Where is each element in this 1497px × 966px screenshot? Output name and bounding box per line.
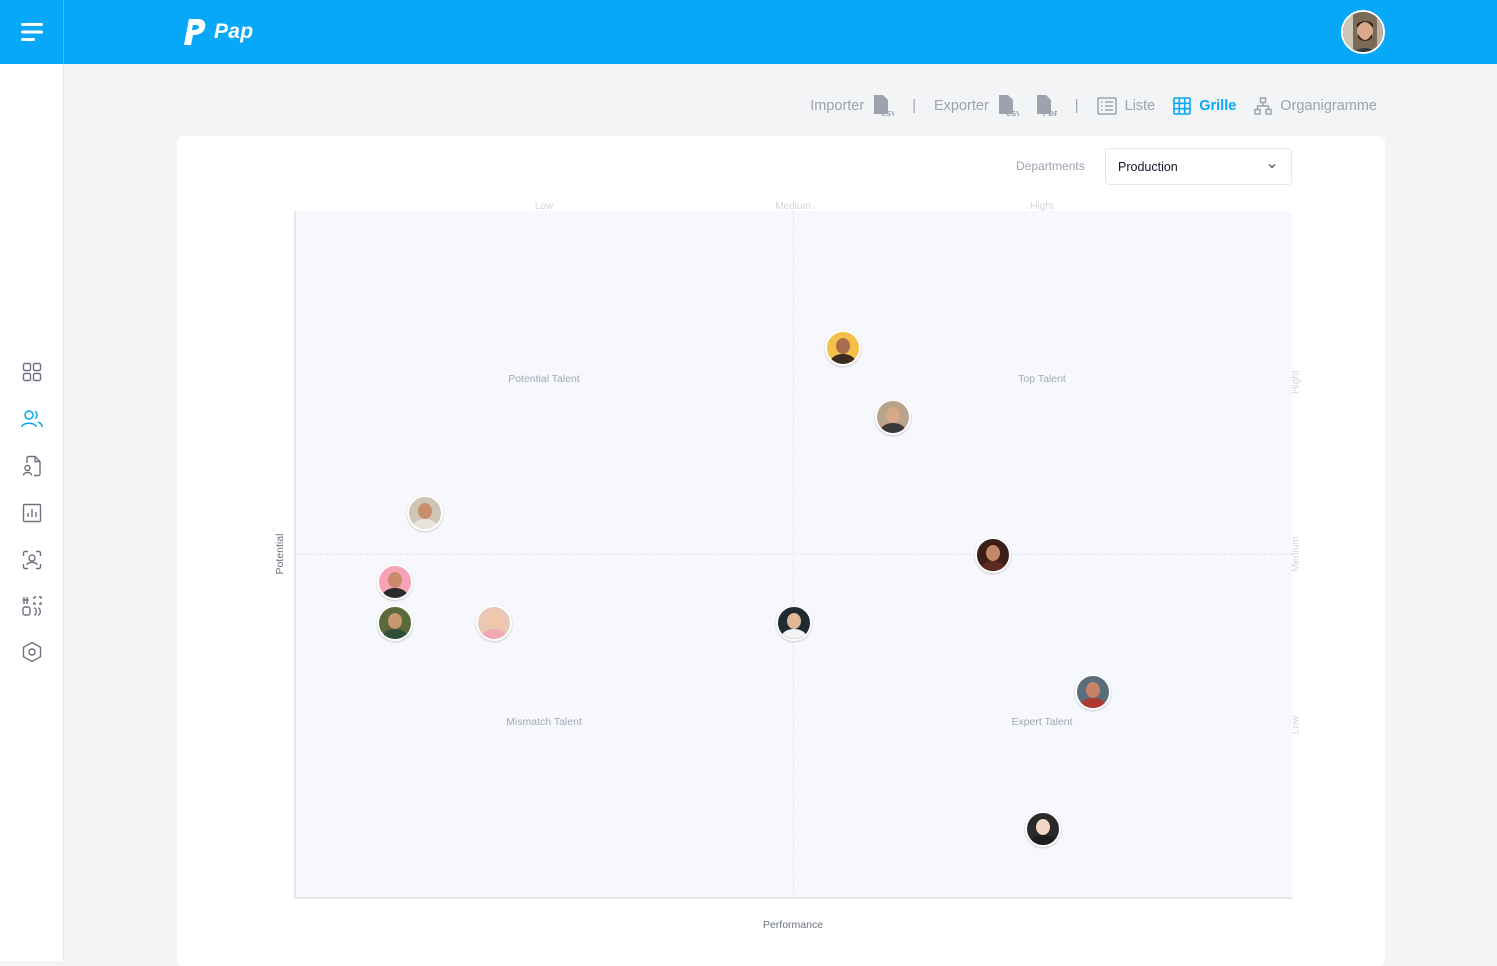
sidebar-item-recognition[interactable] <box>20 548 44 572</box>
quadrant-potential-talent: Potential Talent <box>508 373 580 385</box>
sidebar-item-settings[interactable] <box>20 640 44 664</box>
file-user-icon <box>22 455 41 477</box>
list-icon <box>1096 97 1117 115</box>
svg-text:CSV: CSV <box>1006 110 1019 118</box>
employee-avatar-point[interactable] <box>376 563 413 600</box>
employee-avatar-point[interactable] <box>376 605 413 642</box>
grid-view-label: Grille <box>1199 98 1237 114</box>
user-photo <box>1343 12 1383 52</box>
y-axis-line <box>294 211 296 899</box>
employee-avatar-point[interactable] <box>476 605 513 642</box>
view-toolbar: Importer CSV | Exporter CSV PDF | Liste … <box>810 92 1377 120</box>
employee-avatar-point[interactable] <box>974 536 1011 573</box>
x-axis-line <box>294 897 1293 899</box>
svg-text:CSV: CSV <box>881 110 894 118</box>
employee-avatar-point[interactable] <box>406 495 443 532</box>
top-bar: Pap <box>0 0 1497 64</box>
employee-avatar-point[interactable] <box>775 605 812 642</box>
sidebar <box>0 64 64 961</box>
sidebar-item-employees[interactable] <box>20 407 44 431</box>
import-label: Importer <box>810 98 865 114</box>
employee-avatar-point[interactable] <box>875 399 912 436</box>
settings-hexagon-icon <box>22 641 42 663</box>
quadrant-mismatch-talent: Mismatch Talent <box>506 716 582 728</box>
grid-view-tab[interactable]: Grille <box>1173 97 1236 115</box>
quadrant-expert-talent: Expert Talent <box>1011 716 1073 728</box>
quadrant-top-talent: Top Talent <box>1018 373 1066 385</box>
org-blocks-icon <box>22 596 42 616</box>
orgchart-view-tab[interactable]: Organigramme <box>1254 97 1377 115</box>
y-axis-label: Potential <box>274 533 286 575</box>
departments-selected-value: Production <box>1118 159 1178 174</box>
csv-file-icon[interactable]: CSV <box>997 94 1019 118</box>
face-scan-icon <box>22 550 42 570</box>
horizontal-divider <box>295 554 1292 555</box>
grid-dashboard-icon <box>22 362 42 382</box>
org-chart-icon <box>1254 97 1273 115</box>
col-label-low: Low <box>534 201 554 212</box>
col-label-medium: Medium <box>775 201 811 212</box>
grid-icon <box>1173 97 1192 115</box>
menu-icon <box>20 23 43 41</box>
departments-select[interactable]: Production <box>1105 148 1292 185</box>
user-avatar[interactable] <box>1341 10 1385 54</box>
sidebar-item-documents[interactable] <box>20 454 44 478</box>
x-axis-label: Performance <box>762 919 824 931</box>
employee-avatar-point[interactable] <box>1024 811 1061 848</box>
export-label: Exporter <box>933 98 989 114</box>
employee-avatar-point[interactable] <box>1074 673 1111 710</box>
sidebar-item-dashboard[interactable] <box>20 360 44 384</box>
csv-file-icon: CSV <box>874 95 894 118</box>
list-view-tab[interactable]: Liste <box>1096 97 1156 115</box>
chevron-down-icon <box>1268 164 1276 169</box>
employee-avatar-point[interactable] <box>825 330 862 367</box>
logo-mark-icon <box>184 19 206 45</box>
row-label-high: Hight <box>1290 370 1302 394</box>
departments-filter-label: Departments <box>1016 159 1085 173</box>
users-icon <box>21 410 43 428</box>
export-button[interactable]: Exporter CSV PDF <box>934 94 1057 118</box>
hamburger-menu-button[interactable] <box>0 0 64 64</box>
sidebar-item-organization[interactable] <box>20 594 44 618</box>
orgchart-view-label: Organigramme <box>1280 98 1377 114</box>
app-logo[interactable]: Pap <box>176 14 253 50</box>
pdf-file-icon[interactable]: PDF <box>1035 94 1057 118</box>
list-view-label: Liste <box>1124 98 1156 114</box>
col-label-high: Hight <box>1030 201 1054 212</box>
row-label-medium: Medium <box>1290 536 1302 572</box>
import-csv-button[interactable]: Importer CSV <box>810 94 894 118</box>
sidebar-item-reports[interactable] <box>20 501 44 525</box>
bar-chart-icon <box>22 503 42 523</box>
svg-text:PDF: PDF <box>1043 110 1057 118</box>
toolbar-separator: | <box>912 98 916 114</box>
row-label-low: Low <box>1290 715 1302 735</box>
app-name: Pap <box>214 20 254 43</box>
toolbar-separator: | <box>1074 98 1079 114</box>
